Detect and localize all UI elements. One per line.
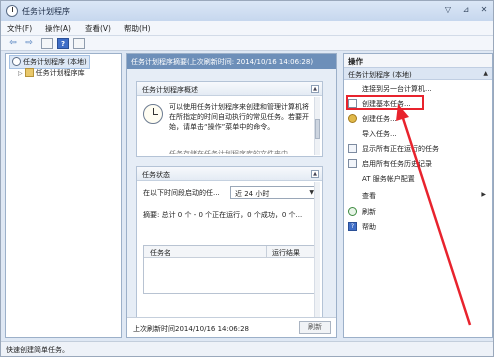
list-icon	[348, 144, 357, 153]
action-refresh[interactable]: 刷新	[348, 206, 488, 218]
gear-icon	[348, 114, 357, 123]
column-task-name[interactable]: 任务名	[150, 248, 171, 258]
refresh-button[interactable]: 刷新	[299, 321, 331, 334]
status-section: 任务状态 ▲ 在以下时间段启动的任... 近 24 小时 ▼ 摘要: 总计 0 …	[136, 166, 323, 318]
toolbar: ⇦ ⇨ ?	[1, 36, 493, 51]
console-tree-icon[interactable]	[41, 38, 53, 49]
overview-title: 任务计划程序概述	[142, 86, 198, 94]
overview-text-more: 任务存储在任务计划程序库的文件夹中	[169, 150, 288, 154]
menu-help[interactable]: 帮助(H)	[124, 23, 151, 34]
summary-body: 任务计划程序概述 ▲ 可以使用任务计划程序来创建和管理计算机将在所指定的时间自动…	[127, 69, 336, 318]
list-icon	[348, 159, 357, 168]
overview-section: 任务计划程序概述 ▲ 可以使用任务计划程序来创建和管理计算机将在所指定的时间自动…	[136, 81, 323, 157]
minimize-button[interactable]: ▽	[441, 4, 455, 16]
action-label: 导入任务...	[362, 130, 397, 138]
summary-header: 任务计划程序摘要(上次刷新时间: 2014/10/16 14:06:28)	[127, 54, 336, 69]
action-import-task[interactable]: 导入任务...	[348, 128, 488, 140]
action-label: 刷新	[362, 208, 376, 216]
overview-text: 可以使用任务计划程序来创建和管理计算机将在所指定的时间自动执行的常见任务。若要开…	[169, 103, 309, 131]
action-label: AT 服务帐户配置	[362, 175, 415, 183]
show-action-pane-icon[interactable]	[73, 38, 85, 49]
window-title: 任务计划程序	[22, 7, 70, 16]
scrollbar-thumb[interactable]	[315, 119, 320, 139]
title-bar: 任务计划程序 ▽ ⊿ ✕	[1, 1, 493, 21]
period-select-value: 近 24 小时	[235, 190, 270, 198]
menu-view[interactable]: 查看(V)	[85, 23, 111, 34]
summary-pane: 任务计划程序摘要(上次刷新时间: 2014/10/16 14:06:28) 任务…	[126, 53, 337, 338]
clock-icon	[143, 104, 163, 124]
column-divider[interactable]	[266, 246, 267, 258]
actions-title: 操作	[344, 54, 492, 67]
status-title: 任务状态	[142, 171, 170, 179]
status-bar-text: 快速创建简单任务。	[6, 346, 69, 354]
highlight-box	[346, 95, 424, 110]
tree-item-library[interactable]: ▷ 任务计划程序库	[18, 68, 85, 78]
menu-action[interactable]: 操作(A)	[45, 23, 71, 34]
close-button[interactable]: ✕	[477, 4, 491, 16]
action-label: 启用所有任务历史记录	[362, 160, 432, 168]
action-label: 帮助	[362, 223, 376, 231]
actions-group-label: 任务计划程序 (本地)	[348, 71, 412, 79]
table-header: 任务名 运行结果	[144, 246, 316, 258]
overview-header[interactable]: 任务计划程序概述 ▲	[137, 82, 322, 96]
help-icon[interactable]: ?	[57, 38, 69, 49]
status-summary: 摘要: 总计 0 个 - 0 个正在运行，0 个成功，0 个...	[143, 211, 303, 219]
help-icon: ?	[348, 222, 357, 231]
status-scrollbar[interactable]	[314, 182, 320, 317]
period-select[interactable]: 近 24 小时 ▼	[230, 186, 318, 199]
expand-icon[interactable]: ▷	[18, 70, 23, 77]
task-status-table[interactable]: 任务名 运行结果	[143, 245, 317, 294]
action-view[interactable]: 查看 ▶	[348, 190, 488, 202]
action-at-service[interactable]: AT 服务帐户配置	[348, 173, 488, 185]
action-label: 连接到另一台计算机...	[362, 85, 432, 93]
action-help[interactable]: ? 帮助	[348, 221, 488, 233]
status-period-label: 在以下时间段启动的任...	[143, 189, 220, 197]
action-label: 显示所有正在运行的任务	[362, 145, 439, 153]
status-bar: 快速创建简单任务。	[1, 341, 493, 356]
back-icon[interactable]: ⇦	[7, 38, 19, 49]
tree-item-label: 任务计划程序 (本地)	[23, 58, 87, 66]
overview-scrollbar[interactable]	[314, 97, 320, 155]
clock-icon	[6, 5, 18, 17]
action-enable-history[interactable]: 启用所有任务历史记录	[348, 158, 488, 170]
tree-item-local[interactable]: 任务计划程序 (本地)	[9, 55, 90, 69]
last-refresh-text: 上次刷新时间2014/10/16 14:06:28	[133, 325, 250, 333]
action-label: 创建任务...	[362, 115, 397, 123]
action-label: 查看	[362, 192, 376, 200]
forward-icon[interactable]: ⇨	[23, 38, 35, 49]
action-create-task[interactable]: 创建任务...	[348, 113, 488, 125]
tree-item-label: 任务计划程序库	[35, 69, 85, 77]
submenu-arrow-icon: ▶	[481, 191, 486, 198]
folder-icon	[24, 68, 34, 77]
column-run-result[interactable]: 运行结果	[272, 248, 300, 258]
collapse-icon[interactable]: ▲	[483, 70, 488, 77]
maximize-button[interactable]: ⊿	[459, 4, 473, 16]
status-header[interactable]: 任务状态 ▲	[137, 167, 322, 181]
action-show-running[interactable]: 显示所有正在运行的任务	[348, 143, 488, 155]
summary-footer: 上次刷新时间2014/10/16 14:06:28 刷新	[127, 317, 336, 337]
tree-pane: 任务计划程序 (本地) ▷ 任务计划程序库	[5, 53, 122, 338]
clock-icon	[12, 57, 21, 66]
collapse-icon[interactable]: ▲	[311, 170, 319, 178]
collapse-icon[interactable]: ▲	[311, 85, 319, 93]
actions-group-header[interactable]: 任务计划程序 (本地) ▲	[344, 67, 492, 80]
task-scheduler-window: 任务计划程序 ▽ ⊿ ✕ 文件(F) 操作(A) 查看(V) 帮助(H) ⇦ ⇨…	[0, 0, 494, 357]
menu-bar: 文件(F) 操作(A) 查看(V) 帮助(H)	[1, 21, 493, 36]
action-connect[interactable]: 连接到另一台计算机...	[348, 83, 488, 95]
menu-file[interactable]: 文件(F)	[7, 23, 32, 34]
refresh-icon	[348, 207, 357, 216]
